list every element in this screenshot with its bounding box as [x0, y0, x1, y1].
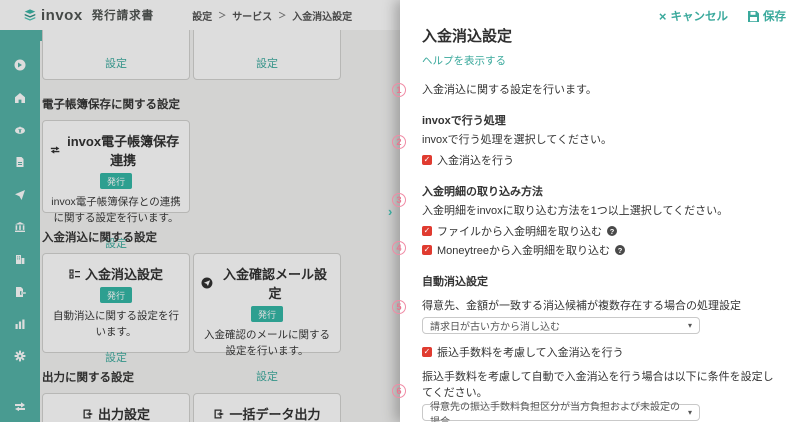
panel-intro: 入金消込に関する設定を行います。 — [422, 81, 780, 97]
fee-burden-condition-select[interactable]: 得意先の振込手数料負担区分が当方負担および未設定の場合 — [422, 404, 700, 421]
checkbox-checked-icon[interactable] — [422, 245, 432, 255]
checkbox-row-do-reconciliation: 入金消込を行う — [422, 152, 780, 168]
duplicate-candidate-policy-select[interactable]: 請求日が古い方から消し込む — [422, 317, 700, 334]
checkbox-label: 振込手数料を考慮して入金消込を行う — [437, 344, 624, 360]
checkbox-checked-icon[interactable] — [422, 155, 432, 165]
section4-label: 振込手数料を考慮して自動で入金消込を行う場合は以下に条件を設定してください。 — [422, 368, 780, 400]
section1-heading: invoxで行う処理 — [422, 112, 780, 128]
annotation-circle-3: 3 — [392, 193, 406, 207]
payment-reconciliation-settings-panel: × キャンセル 保存 入金消込設定 ヘルプを表示する 入金消込に関する設定を行い… — [400, 0, 800, 422]
checkbox-label: 入金消込を行う — [437, 152, 514, 168]
cancel-button[interactable]: × キャンセル — [659, 8, 728, 24]
checkbox-checked-icon[interactable] — [422, 347, 432, 357]
select-value: 請求日が古い方から消し込む — [430, 318, 560, 333]
section2-heading: 入金明細の取り込み方法 — [422, 183, 780, 199]
select-value: 得意先の振込手数料負担区分が当方負担および未設定の場合 — [430, 398, 688, 422]
panel-edge-chevron-icon[interactable]: › — [388, 204, 392, 219]
checkbox-row-import-moneytree: Moneytreeから入金明細を取り込む ? — [422, 242, 780, 258]
app-root: invox 発行請求書 設定 ＞ サービス ＞ 入金消込設定 — [0, 0, 800, 422]
close-icon: × — [659, 9, 667, 24]
annotation-circle-5: 5 — [392, 300, 406, 314]
checkbox-label: ファイルから入金明細を取り込む — [437, 223, 602, 239]
checkbox-row-import-file: ファイルから入金明細を取り込む ? — [422, 223, 780, 239]
page-title: 入金消込設定 — [422, 25, 780, 46]
panel-actions: × キャンセル 保存 — [659, 8, 786, 24]
annotation-circle-6: 6 — [392, 384, 406, 398]
checkbox-checked-icon[interactable] — [422, 226, 432, 236]
help-question-icon[interactable]: ? — [607, 226, 617, 236]
help-link[interactable]: ヘルプを表示する — [422, 53, 780, 68]
checkbox-row-consider-fee: 振込手数料を考慮して入金消込を行う — [422, 344, 780, 360]
section2-desc: 入金明細をinvoxに取り込む方法を1つ以上選択してください。 — [422, 202, 780, 218]
help-question-icon[interactable]: ? — [615, 245, 625, 255]
section3-heading: 自動消込設定 — [422, 273, 780, 289]
annotation-circle-2: 2 — [392, 135, 406, 149]
chevron-down-icon — [688, 320, 692, 331]
left-pane: invox 発行請求書 設定 ＞ サービス ＞ 入金消込設定 — [0, 0, 400, 422]
checkbox-label: Moneytreeから入金明細を取り込む — [437, 242, 610, 258]
annotation-circle-4: 4 — [392, 241, 406, 255]
save-button[interactable]: 保存 — [748, 8, 786, 24]
annotation-circle-1: 1 — [392, 83, 406, 97]
section3-label: 得意先、金額が一致する消込候補が複数存在する場合の処理設定 — [422, 297, 780, 313]
modal-dim-overlay — [0, 0, 400, 422]
section1-desc: invoxで行う処理を選択してください。 — [422, 131, 780, 147]
chevron-down-icon — [688, 407, 692, 418]
save-floppy-icon — [748, 11, 759, 22]
